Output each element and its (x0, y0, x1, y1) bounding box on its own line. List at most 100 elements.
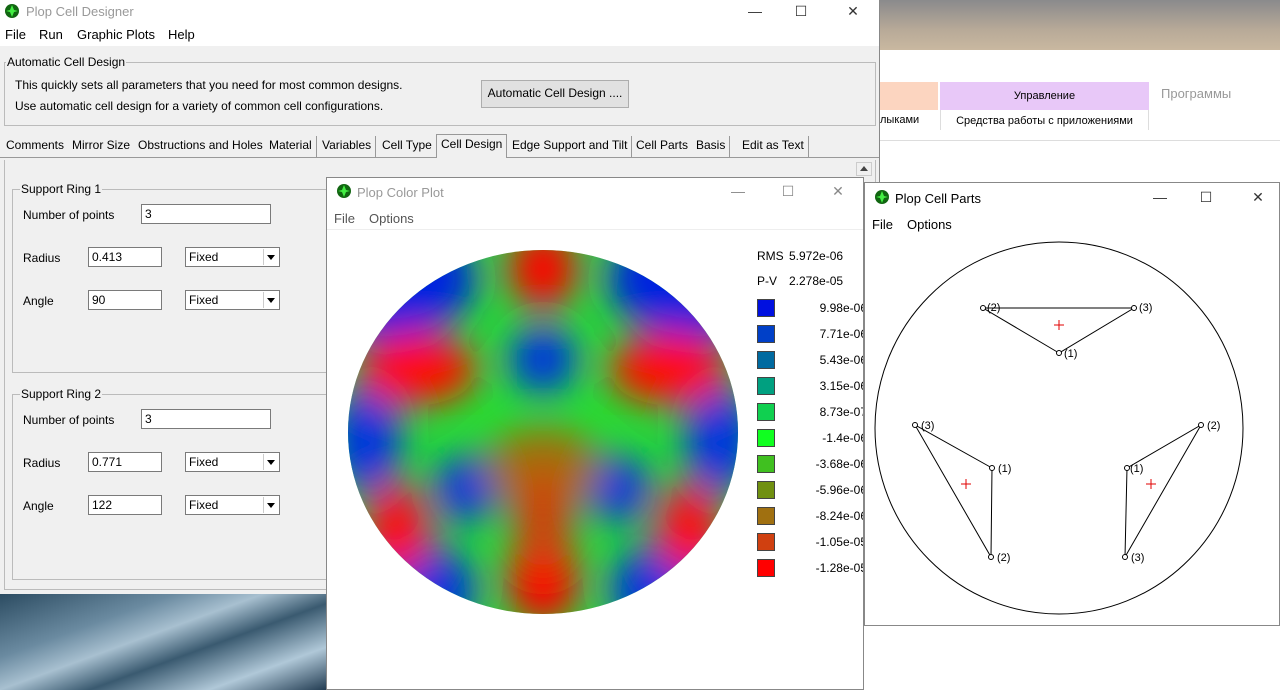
legend-value: -5.96e-06 (815, 483, 864, 497)
legend-value: 3.15e-06 (819, 379, 864, 393)
designer-tab-strip: Comments Mirror Size Obstructions and Ho… (0, 134, 879, 158)
point-label: (1) (1130, 463, 1143, 475)
pv-label: P-V (757, 274, 778, 288)
cellparts-menubar: File Options (865, 213, 1279, 235)
ring2-points-label: Number of points (23, 413, 115, 427)
chevron-down-icon[interactable] (263, 249, 278, 265)
designer-titlebar[interactable]: Plop Cell Designer — ☐ ✕ (0, 0, 879, 24)
legend-swatch (757, 325, 775, 343)
ring1-points-input[interactable]: 3 (141, 204, 271, 224)
ring1-title: Support Ring 1 (20, 182, 103, 196)
close-icon[interactable]: ✕ (830, 0, 876, 24)
ring1-points-label: Number of points (23, 208, 115, 222)
tab-cell-design[interactable]: Cell Design (436, 134, 508, 158)
legend-swatch (757, 533, 775, 551)
plop-app-icon (875, 190, 889, 204)
menu-run[interactable]: Run (39, 27, 63, 42)
tab-material[interactable]: Material (265, 136, 317, 157)
menu-help[interactable]: Help (168, 27, 195, 42)
auto-desc-line1: This quickly sets all parameters that yo… (15, 78, 403, 92)
color-deformation-map (348, 250, 738, 614)
maximize-icon[interactable]: ☐ (765, 180, 811, 204)
rms-value: 5.972e-06 (789, 249, 844, 263)
point-label: (3) (921, 420, 934, 432)
tab-cell-type[interactable]: Cell Type (378, 136, 437, 157)
ring2-title: Support Ring 2 (20, 387, 103, 401)
point-label: (3) (1139, 302, 1152, 314)
ring2-radius-mode-select[interactable]: Fixed (185, 452, 280, 472)
ribbon-divider (880, 140, 1280, 141)
maximize-icon[interactable]: ☐ (778, 0, 824, 24)
legend-value: -1.05e-05 (815, 535, 864, 549)
minimize-icon[interactable]: — (732, 0, 778, 24)
legend-value: 5.43e-06 (819, 353, 864, 367)
maximize-icon[interactable]: ☐ (1183, 186, 1229, 210)
ribbon-tab-orange (880, 82, 938, 110)
triangle-left (912, 422, 995, 560)
ring1-angle-input[interactable]: 90 (88, 290, 162, 310)
menubar-separator (327, 229, 863, 230)
tab-comments[interactable]: Comments (2, 136, 70, 157)
menu-graphic-plots[interactable]: Graphic Plots (77, 27, 155, 42)
tab-variables[interactable]: Variables (318, 136, 377, 157)
point-label: (2) (997, 552, 1010, 564)
point-label: (1) (998, 463, 1011, 475)
scroll-up-arrow[interactable] (856, 162, 872, 176)
tab-edge-support[interactable]: Edge Support and Tilt (508, 136, 633, 157)
chevron-down-icon[interactable] (263, 454, 278, 470)
colorplot-title: Plop Color Plot (357, 185, 444, 200)
colorplot-titlebar[interactable]: Plop Color Plot — ☐ ✕ (327, 178, 863, 206)
ring1-radius-mode-select[interactable]: Fixed (185, 247, 280, 267)
menu-file[interactable]: File (334, 211, 355, 226)
ring1-angle-mode-select[interactable]: Fixed (185, 290, 280, 310)
plop-app-icon (5, 4, 19, 18)
tab-mirror-size[interactable]: Mirror Size (68, 136, 136, 157)
desktop-ice-image (0, 592, 328, 690)
point-label: (3) (1131, 552, 1144, 564)
legend-value: -3.68e-06 (815, 457, 864, 471)
close-icon[interactable]: ✕ (1235, 186, 1279, 210)
legend-value: 9.98e-06 (819, 301, 864, 315)
point-label: (1) (1064, 348, 1077, 360)
ribbon-tab-manage[interactable]: Управление (940, 82, 1149, 110)
pv-value: 2.278e-05 (789, 274, 844, 288)
ring2-angle-mode-select[interactable]: Fixed (185, 495, 280, 515)
menu-options[interactable]: Options (369, 211, 414, 226)
legend-value: -1.28e-05 (815, 561, 864, 575)
ribbon-tab-programs[interactable]: Программы (1161, 86, 1231, 101)
chevron-down-icon[interactable] (263, 497, 278, 513)
automatic-cell-design-button[interactable]: Automatic Cell Design .... (481, 80, 629, 108)
ring1-radius-label: Radius (23, 251, 61, 265)
ring2-points-input[interactable]: 3 (141, 409, 271, 429)
close-icon[interactable]: ✕ (815, 180, 861, 204)
plop-app-icon (337, 184, 351, 198)
legend-value: -1.4e-06 (822, 431, 864, 445)
cell-parts-window: Plop Cell Parts — ☐ ✕ File Options (1) (… (864, 182, 1280, 626)
minimize-icon[interactable]: — (715, 180, 761, 204)
tab-cell-parts[interactable]: Cell Parts (632, 136, 694, 157)
tab-basis[interactable]: Basis (692, 136, 731, 157)
chevron-down-icon[interactable] (263, 292, 278, 308)
ring2-radius-input[interactable]: 0.771 (88, 452, 162, 472)
ribbon-sub-left: лыками (880, 114, 920, 126)
menu-options[interactable]: Options (907, 217, 952, 232)
legend-swatch (757, 429, 775, 447)
legend-value: 7.71e-06 (819, 327, 864, 341)
minimize-icon[interactable]: — (1137, 186, 1183, 210)
legend-value: -8.24e-06 (815, 509, 864, 523)
ring1-radius-mode-value: Fixed (189, 250, 219, 264)
legend-swatch (757, 403, 775, 421)
automatic-cell-design-group: Automatic Cell Design This quickly sets … (4, 55, 876, 126)
tab-obstructions[interactable]: Obstructions and Holes (134, 136, 268, 157)
menu-file[interactable]: File (5, 27, 26, 42)
point-label: (2) (987, 302, 1000, 314)
colorplot-menubar: File Options (327, 206, 863, 228)
tab-edit-as-text[interactable]: Edit as Text (738, 136, 809, 157)
ring2-radius-label: Radius (23, 456, 61, 470)
ring1-radius-input[interactable]: 0.413 (88, 247, 162, 267)
ring2-angle-input[interactable]: 122 (88, 495, 162, 515)
cellparts-titlebar[interactable]: Plop Cell Parts — ☐ ✕ (865, 183, 1279, 213)
menu-file[interactable]: File (872, 217, 893, 232)
triangle-top (980, 305, 1137, 356)
ring2-radius-mode-value: Fixed (189, 455, 219, 469)
